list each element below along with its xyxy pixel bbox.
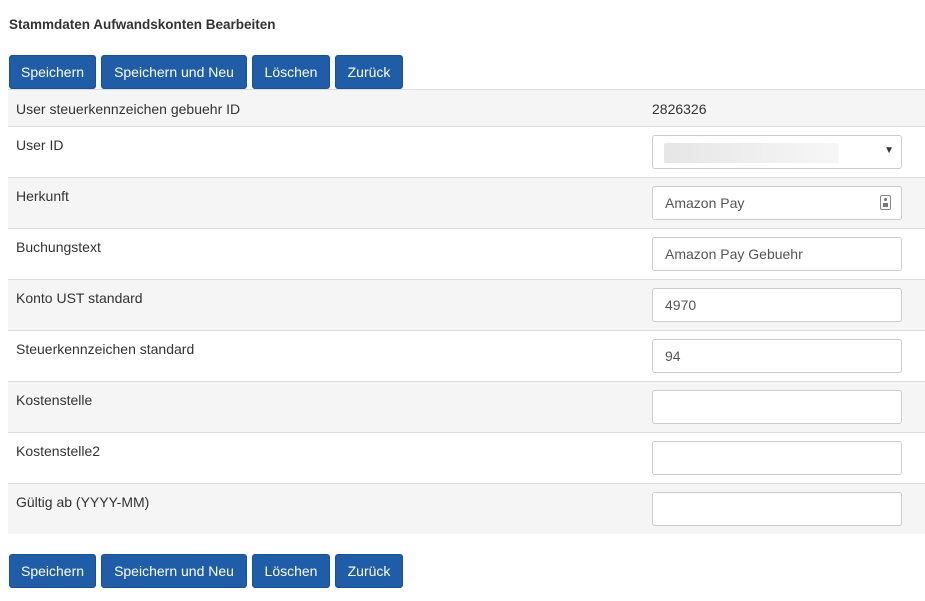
- herkunft-label: Herkunft: [16, 188, 69, 204]
- save-and-new-button[interactable]: Speichern und Neu: [101, 55, 247, 89]
- edit-form: User steuerkennzeichen gebuehr ID 282632…: [8, 89, 925, 534]
- kostenstelle-label: Kostenstelle: [16, 392, 93, 408]
- gueltig-ab-input[interactable]: [652, 492, 902, 526]
- form-row-id: User steuerkennzeichen gebuehr ID 282632…: [8, 89, 925, 126]
- konto-ust-label: Konto UST standard: [16, 290, 143, 306]
- save-button-bottom[interactable]: Speichern: [9, 554, 96, 588]
- kostenstelle-input[interactable]: [652, 390, 902, 424]
- konto-ust-input[interactable]: 4970: [652, 288, 902, 322]
- toolbar-top: Speichern Speichern und Neu Löschen Zurü…: [9, 55, 403, 89]
- contact-card-icon[interactable]: [880, 195, 891, 210]
- back-button[interactable]: Zurück: [335, 55, 403, 89]
- steuerkennzeichen-label: Steuerkennzeichen standard: [16, 341, 195, 357]
- id-label: User steuerkennzeichen gebuehr ID: [16, 101, 241, 117]
- delete-button[interactable]: Löschen: [252, 55, 330, 89]
- herkunft-input[interactable]: Amazon Pay: [652, 186, 902, 220]
- form-row-herkunft: Herkunft Amazon Pay: [8, 177, 925, 228]
- user-id-label: User ID: [16, 137, 64, 153]
- save-and-new-button-bottom[interactable]: Speichern und Neu: [101, 554, 247, 588]
- form-row-steuerkennzeichen: Steuerkennzeichen standard 94: [8, 330, 925, 381]
- form-row-kostenstelle2: Kostenstelle2: [8, 432, 925, 483]
- form-row-buchungstext: Buchungstext Amazon Pay Gebuehr: [8, 228, 925, 279]
- caret-down-icon: ▼: [884, 145, 894, 156]
- form-row-user-id: User ID ▼: [8, 126, 925, 177]
- steuerkennzeichen-input[interactable]: 94: [652, 339, 902, 373]
- back-button-bottom[interactable]: Zurück: [335, 554, 403, 588]
- buchungstext-label: Buchungstext: [16, 239, 101, 255]
- page-title: Stammdaten Aufwandskonten Bearbeiten: [9, 17, 276, 32]
- toolbar-bottom: Speichern Speichern und Neu Löschen Zurü…: [9, 554, 403, 588]
- id-value: 2826326: [652, 101, 707, 117]
- redacted-value: [664, 143, 839, 163]
- user-id-select[interactable]: ▼: [652, 135, 902, 169]
- kostenstelle2-label: Kostenstelle2: [16, 443, 101, 459]
- kostenstelle2-input[interactable]: [652, 441, 902, 475]
- form-row-kostenstelle: Kostenstelle: [8, 381, 925, 432]
- save-button[interactable]: Speichern: [9, 55, 96, 89]
- buchungstext-input[interactable]: Amazon Pay Gebuehr: [652, 237, 902, 271]
- form-row-konto-ust: Konto UST standard 4970: [8, 279, 925, 330]
- form-row-gueltig-ab: Gültig ab (YYYY-MM): [8, 483, 925, 534]
- delete-button-bottom[interactable]: Löschen: [252, 554, 330, 588]
- gueltig-ab-label: Gültig ab (YYYY-MM): [16, 494, 150, 510]
